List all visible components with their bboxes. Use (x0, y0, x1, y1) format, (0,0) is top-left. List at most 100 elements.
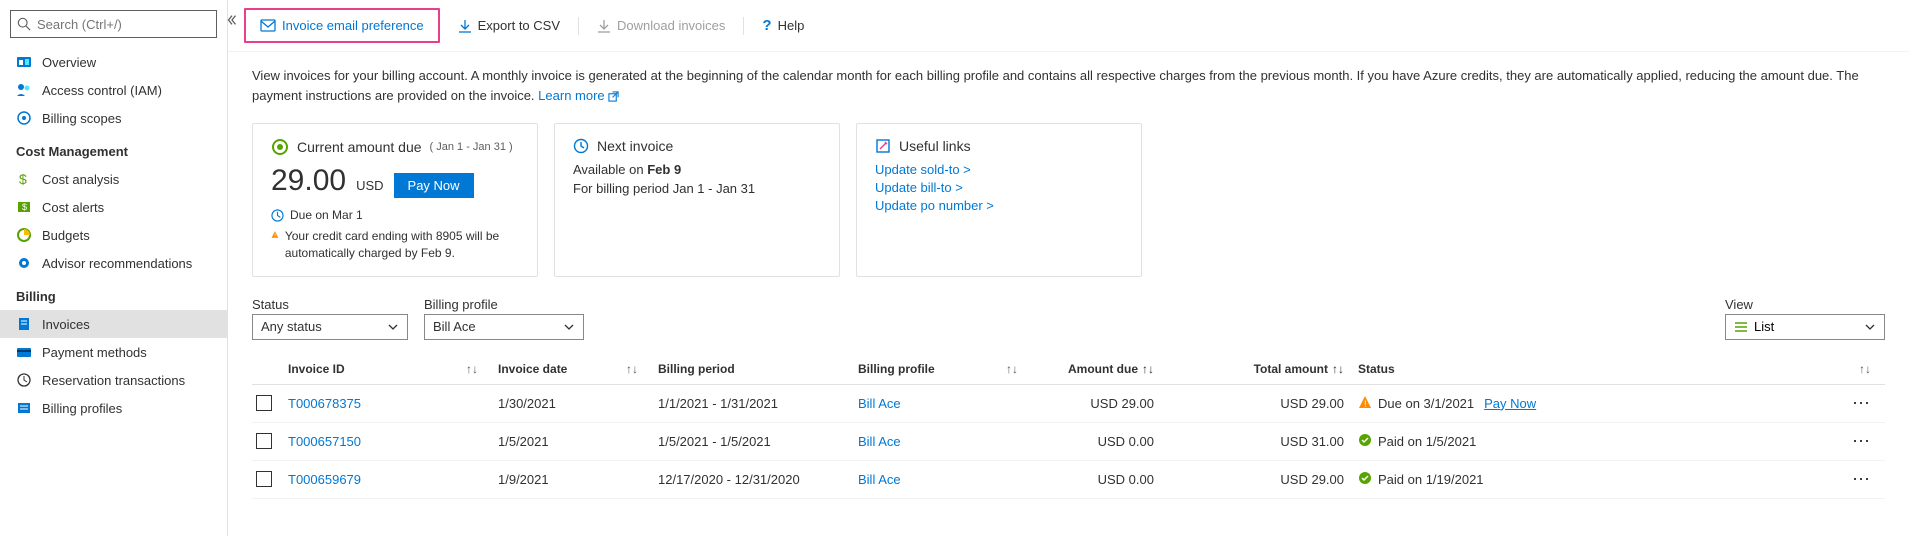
collapse-sidebar-button[interactable] (225, 13, 239, 32)
section-heading-billing: Billing (0, 281, 227, 310)
sidebar-item-label: Cost analysis (42, 172, 119, 187)
next-invoice-card: Next invoice Available on Feb 9 For bill… (554, 123, 840, 277)
download-icon (458, 19, 472, 33)
amount-due-cell: USD 0.00 (1038, 472, 1198, 487)
sidebar-item-billing-scopes[interactable]: Billing scopes (0, 104, 227, 132)
sidebar: Overview Access control (IAM) Billing sc… (0, 0, 228, 536)
invoice-id-link[interactable]: T000678375 (288, 396, 361, 411)
available-on-text: Available on Feb 9 (573, 162, 821, 177)
sidebar-item-label: Overview (42, 55, 96, 70)
table-row: T0006783751/30/20211/1/2021 - 1/31/2021B… (252, 385, 1885, 423)
th-status[interactable]: Status (1358, 362, 1395, 376)
scopes-icon (16, 110, 32, 126)
edit-icon (875, 138, 891, 154)
export-csv-button[interactable]: Export to CSV (454, 14, 564, 37)
button-label: Help (778, 18, 805, 33)
amount-due-cell: USD 0.00 (1038, 434, 1198, 449)
learn-more-link[interactable]: Learn more (538, 88, 619, 103)
th-billing-period[interactable]: Billing period (658, 362, 735, 376)
button-label: Export to CSV (478, 18, 560, 33)
sidebar-item-budgets[interactable]: Budgets (0, 221, 227, 249)
chevron-down-icon (387, 321, 399, 333)
billing-profile-filter-select[interactable]: Bill Ace (424, 314, 584, 340)
sidebar-item-advisor[interactable]: Advisor recommendations (0, 249, 227, 277)
cost-alerts-icon: $ (16, 199, 32, 215)
payment-icon (16, 344, 32, 360)
invoices-table: Invoice ID↑↓ Invoice date↑↓ Billing peri… (252, 354, 1885, 499)
billing-profile-link[interactable]: Bill Ace (858, 472, 901, 487)
billing-profile-link[interactable]: Bill Ace (858, 396, 901, 411)
invoice-date-cell: 1/9/2021 (498, 472, 658, 487)
th-billing-profile[interactable]: Billing profile (858, 362, 935, 376)
clock-icon (271, 209, 284, 222)
update-sold-to-link[interactable]: Update sold-to > (875, 162, 1123, 177)
amount-due-cell: USD 29.00 (1038, 396, 1198, 411)
invoices-icon (16, 316, 32, 332)
row-actions-button[interactable]: ⋯ (1852, 469, 1871, 489)
row-checkbox[interactable] (256, 395, 272, 411)
billing-profile-link[interactable]: Bill Ace (858, 434, 901, 449)
invoice-id-link[interactable]: T000659679 (288, 472, 361, 487)
th-invoice-date[interactable]: Invoice date (498, 362, 567, 376)
row-actions-button[interactable]: ⋯ (1852, 431, 1871, 451)
sidebar-item-label: Payment methods (42, 345, 147, 360)
sidebar-item-overview[interactable]: Overview (0, 48, 227, 76)
sidebar-item-billing-profiles[interactable]: Billing profiles (0, 394, 227, 422)
useful-links-card: Useful links Update sold-to > Update bil… (856, 123, 1142, 277)
billing-period-cell: 12/17/2020 - 12/31/2020 (658, 472, 858, 487)
billing-profile-filter-label: Billing profile (424, 297, 584, 312)
download-icon (597, 19, 611, 33)
status-filter-select[interactable]: Any status (252, 314, 408, 340)
sidebar-item-payment-methods[interactable]: Payment methods (0, 338, 227, 366)
iam-icon (16, 82, 32, 98)
search-icon (17, 17, 31, 31)
view-label: View (1725, 297, 1885, 312)
th-invoice-id[interactable]: Invoice ID (288, 362, 345, 376)
billing-period-cell: 1/5/2021 - 1/5/2021 (658, 434, 858, 449)
sidebar-item-iam[interactable]: Access control (IAM) (0, 76, 227, 104)
sidebar-item-label: Cost alerts (42, 200, 104, 215)
list-icon (1734, 321, 1748, 333)
sidebar-item-invoices[interactable]: Invoices (0, 310, 227, 338)
search-input[interactable] (37, 17, 216, 32)
invoice-date-cell: 1/5/2021 (498, 434, 658, 449)
clock-target-icon (271, 138, 289, 156)
sidebar-item-cost-alerts[interactable]: $ Cost alerts (0, 193, 227, 221)
sidebar-item-label: Reservation transactions (42, 373, 185, 388)
due-on-text: Due on Mar 1 (290, 208, 363, 222)
row-checkbox[interactable] (256, 471, 272, 487)
th-total-amount[interactable]: Total amount (1254, 362, 1328, 376)
pay-now-button[interactable]: Pay Now (394, 173, 474, 198)
view-select[interactable]: List (1725, 314, 1885, 340)
section-heading-cost-management: Cost Management (0, 136, 227, 165)
sidebar-item-cost-analysis[interactable]: $ Cost analysis (0, 165, 227, 193)
th-amount-due[interactable]: Amount due (1068, 362, 1138, 376)
current-amount-card: Current amount due ( Jan 1 - Jan 31 ) 29… (252, 123, 538, 277)
row-checkbox[interactable] (256, 433, 272, 449)
main-content: Invoice email preference Export to CSV D… (228, 0, 1909, 536)
budgets-icon (16, 227, 32, 243)
period-text: For billing period Jan 1 - Jan 31 (573, 181, 821, 196)
help-button[interactable]: ? Help (758, 13, 808, 38)
invoice-id-link[interactable]: T000657150 (288, 434, 361, 449)
card-title: Useful links (899, 138, 971, 154)
status-text: Paid on 1/19/2021 (1378, 472, 1484, 487)
chevron-down-icon (1864, 321, 1876, 333)
cost-analysis-icon: $ (16, 171, 32, 187)
sidebar-item-label: Billing profiles (42, 401, 122, 416)
card-title: Current amount due (297, 139, 422, 155)
update-po-number-link[interactable]: Update po number > (875, 198, 1123, 213)
search-box[interactable] (10, 10, 217, 38)
overview-icon (16, 54, 32, 70)
update-bill-to-link[interactable]: Update bill-to > (875, 180, 1123, 195)
card-period: ( Jan 1 - Jan 31 ) (430, 141, 513, 153)
invoice-date-cell: 1/30/2021 (498, 396, 658, 411)
button-label: Download invoices (617, 18, 725, 33)
table-row: T000659679 1/9/202112/17/2020 - 12/31/202… (252, 461, 1885, 499)
status-filter-label: Status (252, 297, 408, 312)
row-pay-now-link[interactable]: Pay Now (1484, 396, 1536, 411)
row-actions-button[interactable]: ⋯ (1852, 393, 1871, 413)
sidebar-item-reservation[interactable]: Reservation transactions (0, 366, 227, 394)
total-amount-cell: USD 31.00 (1198, 434, 1358, 449)
invoice-email-preference-button[interactable]: Invoice email preference (256, 14, 428, 37)
